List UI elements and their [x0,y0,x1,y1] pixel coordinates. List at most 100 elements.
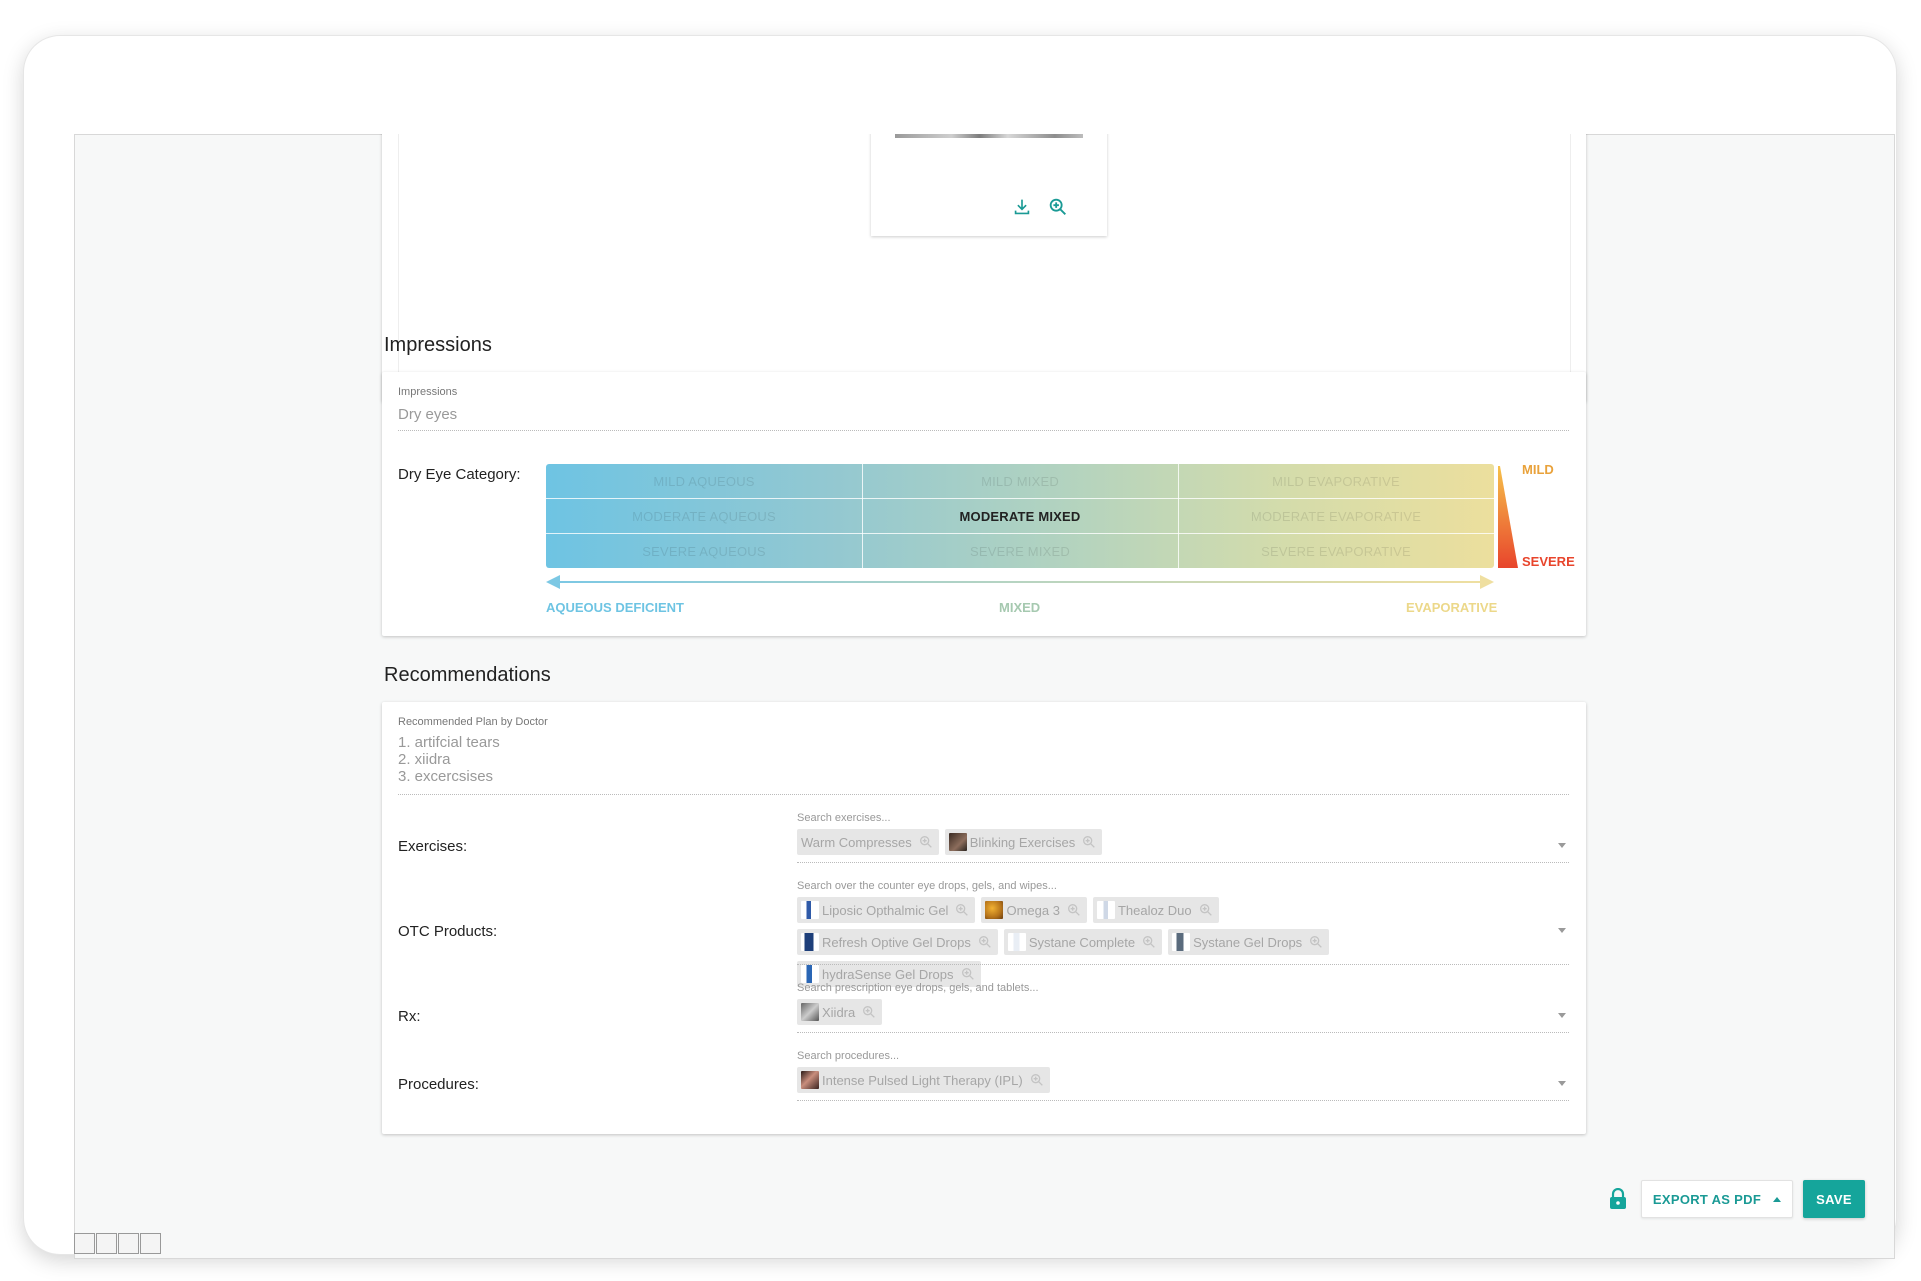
rx-chip[interactable]: Xiidra [797,999,883,1025]
zoom-in-icon[interactable] [918,834,934,850]
zoom-in-icon[interactable] [1198,902,1214,918]
procedures-dropdown-arrow[interactable] [1558,1081,1566,1086]
image-thumbnail-card [871,134,1107,236]
app-screen: Impressions Impressions Dry eyes Dry Eye… [74,134,1895,1259]
axis-label-mixed: MIXED [999,600,1041,615]
procedures-underline [797,1100,1569,1101]
chip-label: Xiidra [822,1004,856,1020]
image-card [382,134,1586,402]
eye-image[interactable] [895,134,1083,138]
impressions-title: Impressions [384,334,492,356]
window-icon[interactable] [118,1233,139,1254]
chip-label: Intense Pulsed Light Therapy (IPL) [822,1072,1023,1088]
zoom-in-icon[interactable] [954,902,970,918]
chip-label: Omega 3 [1006,902,1060,918]
zoom-in-icon[interactable] [861,1004,877,1020]
otc-dropdown-arrow[interactable] [1558,928,1566,933]
plan-underline [398,794,1569,795]
axis-label-evaporative: EVAPORATIVE [1406,600,1498,615]
grid-divider [546,533,1494,534]
rx-dropdown-arrow[interactable] [1558,1013,1566,1018]
otc-chip[interactable]: Refresh Optive Gel Drops [797,929,998,955]
exercises-chip-list: Warm Compresses Blinking Exercises [797,829,1397,855]
severity-triangle-icon [1498,466,1518,568]
severity-severe-label: SEVERE [1522,554,1575,569]
otc-search-placeholder[interactable]: Search over the counter eye drops, gels,… [797,880,1057,892]
chip-label: Refresh Optive Gel Drops [822,934,971,950]
exercises-search-placeholder[interactable]: Search exercises... [797,812,891,824]
lock-icon[interactable] [1609,1188,1627,1210]
grid-cell-mild-evaporative[interactable]: MILD EVAPORATIVE [1178,464,1494,498]
chip-label: Systane Complete [1028,934,1136,950]
download-icon[interactable] [1011,196,1033,218]
grid-cell-severe-mixed[interactable]: SEVERE MIXED [862,534,1178,568]
zoom-in-icon[interactable] [1047,196,1069,218]
otc-chip[interactable]: Thealoz Duo [1092,897,1219,923]
chip-thumbnail [948,833,967,851]
otc-chip-list: Liposic Opthalmic Gel Omega 3 Thealoz Du… [797,897,1397,987]
device-frame: Impressions Impressions Dry eyes Dry Eye… [24,36,1896,1259]
grid-cell-moderate-mixed[interactable]: MODERATE MIXED [862,499,1178,533]
zoom-in-icon[interactable] [960,966,976,982]
otc-chip[interactable]: Systane Complete [1003,929,1163,955]
plan-line: 3. excercsises [398,768,494,785]
dry-eye-category-label: Dry Eye Category: [398,466,521,483]
grid-cell-moderate-aqueous[interactable]: MODERATE AQUEOUS [546,499,862,533]
export-pdf-label: EXPORT AS PDF [1652,1191,1762,1207]
window-icon[interactable] [96,1233,117,1254]
chip-thumbnail [1007,933,1026,951]
exercise-chip[interactable]: Warm Compresses [797,829,939,855]
grid-divider [862,464,863,568]
caret-up-icon [1773,1196,1782,1202]
zoom-in-icon[interactable] [1029,1072,1045,1088]
rx-underline [797,1032,1569,1033]
grid-cell-mild-mixed[interactable]: MILD MIXED [862,464,1178,498]
chip-label: Liposic Opthalmic Gel [822,902,949,918]
save-button[interactable]: SAVE [1803,1180,1865,1218]
recommendations-card: Recommended Plan by Doctor 1. artifcial … [382,702,1586,1134]
procedures-chip-list: Intense Pulsed Light Therapy (IPL) [797,1067,1397,1093]
severity-mild-label: MILD [1522,462,1554,477]
chip-thumbnail [1172,933,1191,951]
grid-cell-severe-evaporative[interactable]: SEVERE EVAPORATIVE [1178,534,1494,568]
impressions-underline [398,430,1569,431]
chip-label: Systane Gel Drops [1193,934,1303,950]
zoom-in-icon[interactable] [1308,934,1324,950]
grid-cell-severe-aqueous[interactable]: SEVERE AQUEOUS [546,534,862,568]
exercises-underline [797,862,1569,863]
plan-line: 2. xiidra [398,751,451,768]
grid-cell-moderate-evaporative[interactable]: MODERATE EVAPORATIVE [1178,499,1494,533]
rx-search-placeholder[interactable]: Search prescription eye drops, gels, and… [797,982,1039,994]
export-pdf-button[interactable]: EXPORT AS PDF [1641,1180,1793,1218]
impressions-field-label: Impressions [398,386,458,398]
rx-label: Rx: [398,1008,421,1025]
exercises-dropdown-arrow[interactable] [1558,843,1566,848]
otc-chip[interactable]: Liposic Opthalmic Gel [797,897,976,923]
procedures-search-placeholder[interactable]: Search procedures... [797,1050,899,1062]
zoom-in-icon[interactable] [1081,834,1097,850]
chip-thumbnail [801,901,819,919]
chip-label: Warm Compresses [801,834,912,850]
impressions-field-value[interactable]: Dry eyes [398,406,457,423]
zoom-in-icon[interactable] [1141,934,1157,950]
zoom-in-icon[interactable] [1066,902,1082,918]
plan-textarea[interactable]: 1. artifcial tears 2. xiidra 3. excercsi… [398,734,500,785]
chip-thumbnail [801,1003,819,1021]
otc-products-label: OTC Products: [398,923,498,940]
exercise-chip[interactable]: Blinking Exercises [944,829,1103,855]
chip-thumbnail [801,965,819,983]
chip-thumbnail [801,933,819,951]
zoom-in-icon[interactable] [977,934,993,950]
procedure-chip[interactable]: Intense Pulsed Light Therapy (IPL) [797,1067,1050,1093]
window-icon[interactable] [140,1233,161,1254]
plan-line: 1. artifcial tears [398,734,500,751]
grid-cell-mild-aqueous[interactable]: MILD AQUEOUS [546,464,862,498]
chip-thumbnail [1096,901,1115,919]
impressions-card: Impressions Dry eyes Dry Eye Category: M… [382,372,1586,636]
otc-chip[interactable]: Omega 3 [981,897,1087,923]
otc-chip[interactable]: Systane Gel Drops [1168,929,1330,955]
chip-label: Thealoz Duo [1117,902,1192,918]
chip-thumbnail [985,901,1004,919]
window-icon[interactable] [74,1233,95,1254]
rx-chip-list: Xiidra [797,999,1397,1025]
